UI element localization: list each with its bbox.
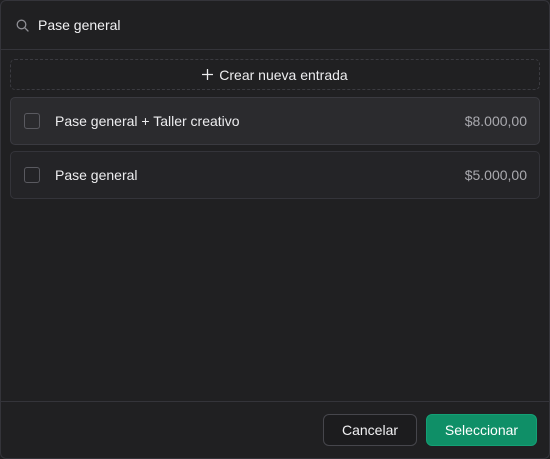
ticket-picker-dialog: Crear nueva entrada Pase general + Talle… (0, 0, 550, 459)
cancel-button[interactable]: Cancelar (323, 414, 417, 446)
search-icon (15, 18, 29, 32)
ticket-checkbox[interactable] (24, 113, 40, 129)
dialog-content: Crear nueva entrada Pase general + Talle… (1, 50, 549, 199)
dialog-footer: Cancelar Seleccionar (1, 401, 549, 458)
ticket-checkbox[interactable] (24, 167, 40, 183)
ticket-row[interactable]: Pase general + Taller creativo $8.000,00 (10, 97, 540, 145)
plus-icon (202, 69, 214, 80)
create-new-entry-button[interactable]: Crear nueva entrada (10, 59, 540, 90)
ticket-price: $5.000,00 (464, 167, 527, 183)
ticket-price: $8.000,00 (464, 113, 527, 129)
create-new-entry-label: Crear nueva entrada (219, 66, 348, 83)
search-bar (1, 1, 549, 50)
ticket-name: Pase general (55, 167, 138, 183)
select-button[interactable]: Seleccionar (426, 414, 537, 446)
ticket-list: Pase general + Taller creativo $8.000,00… (10, 97, 540, 199)
ticket-name: Pase general + Taller creativo (55, 113, 240, 129)
ticket-row[interactable]: Pase general $5.000,00 (10, 151, 540, 199)
search-input[interactable] (38, 15, 535, 35)
